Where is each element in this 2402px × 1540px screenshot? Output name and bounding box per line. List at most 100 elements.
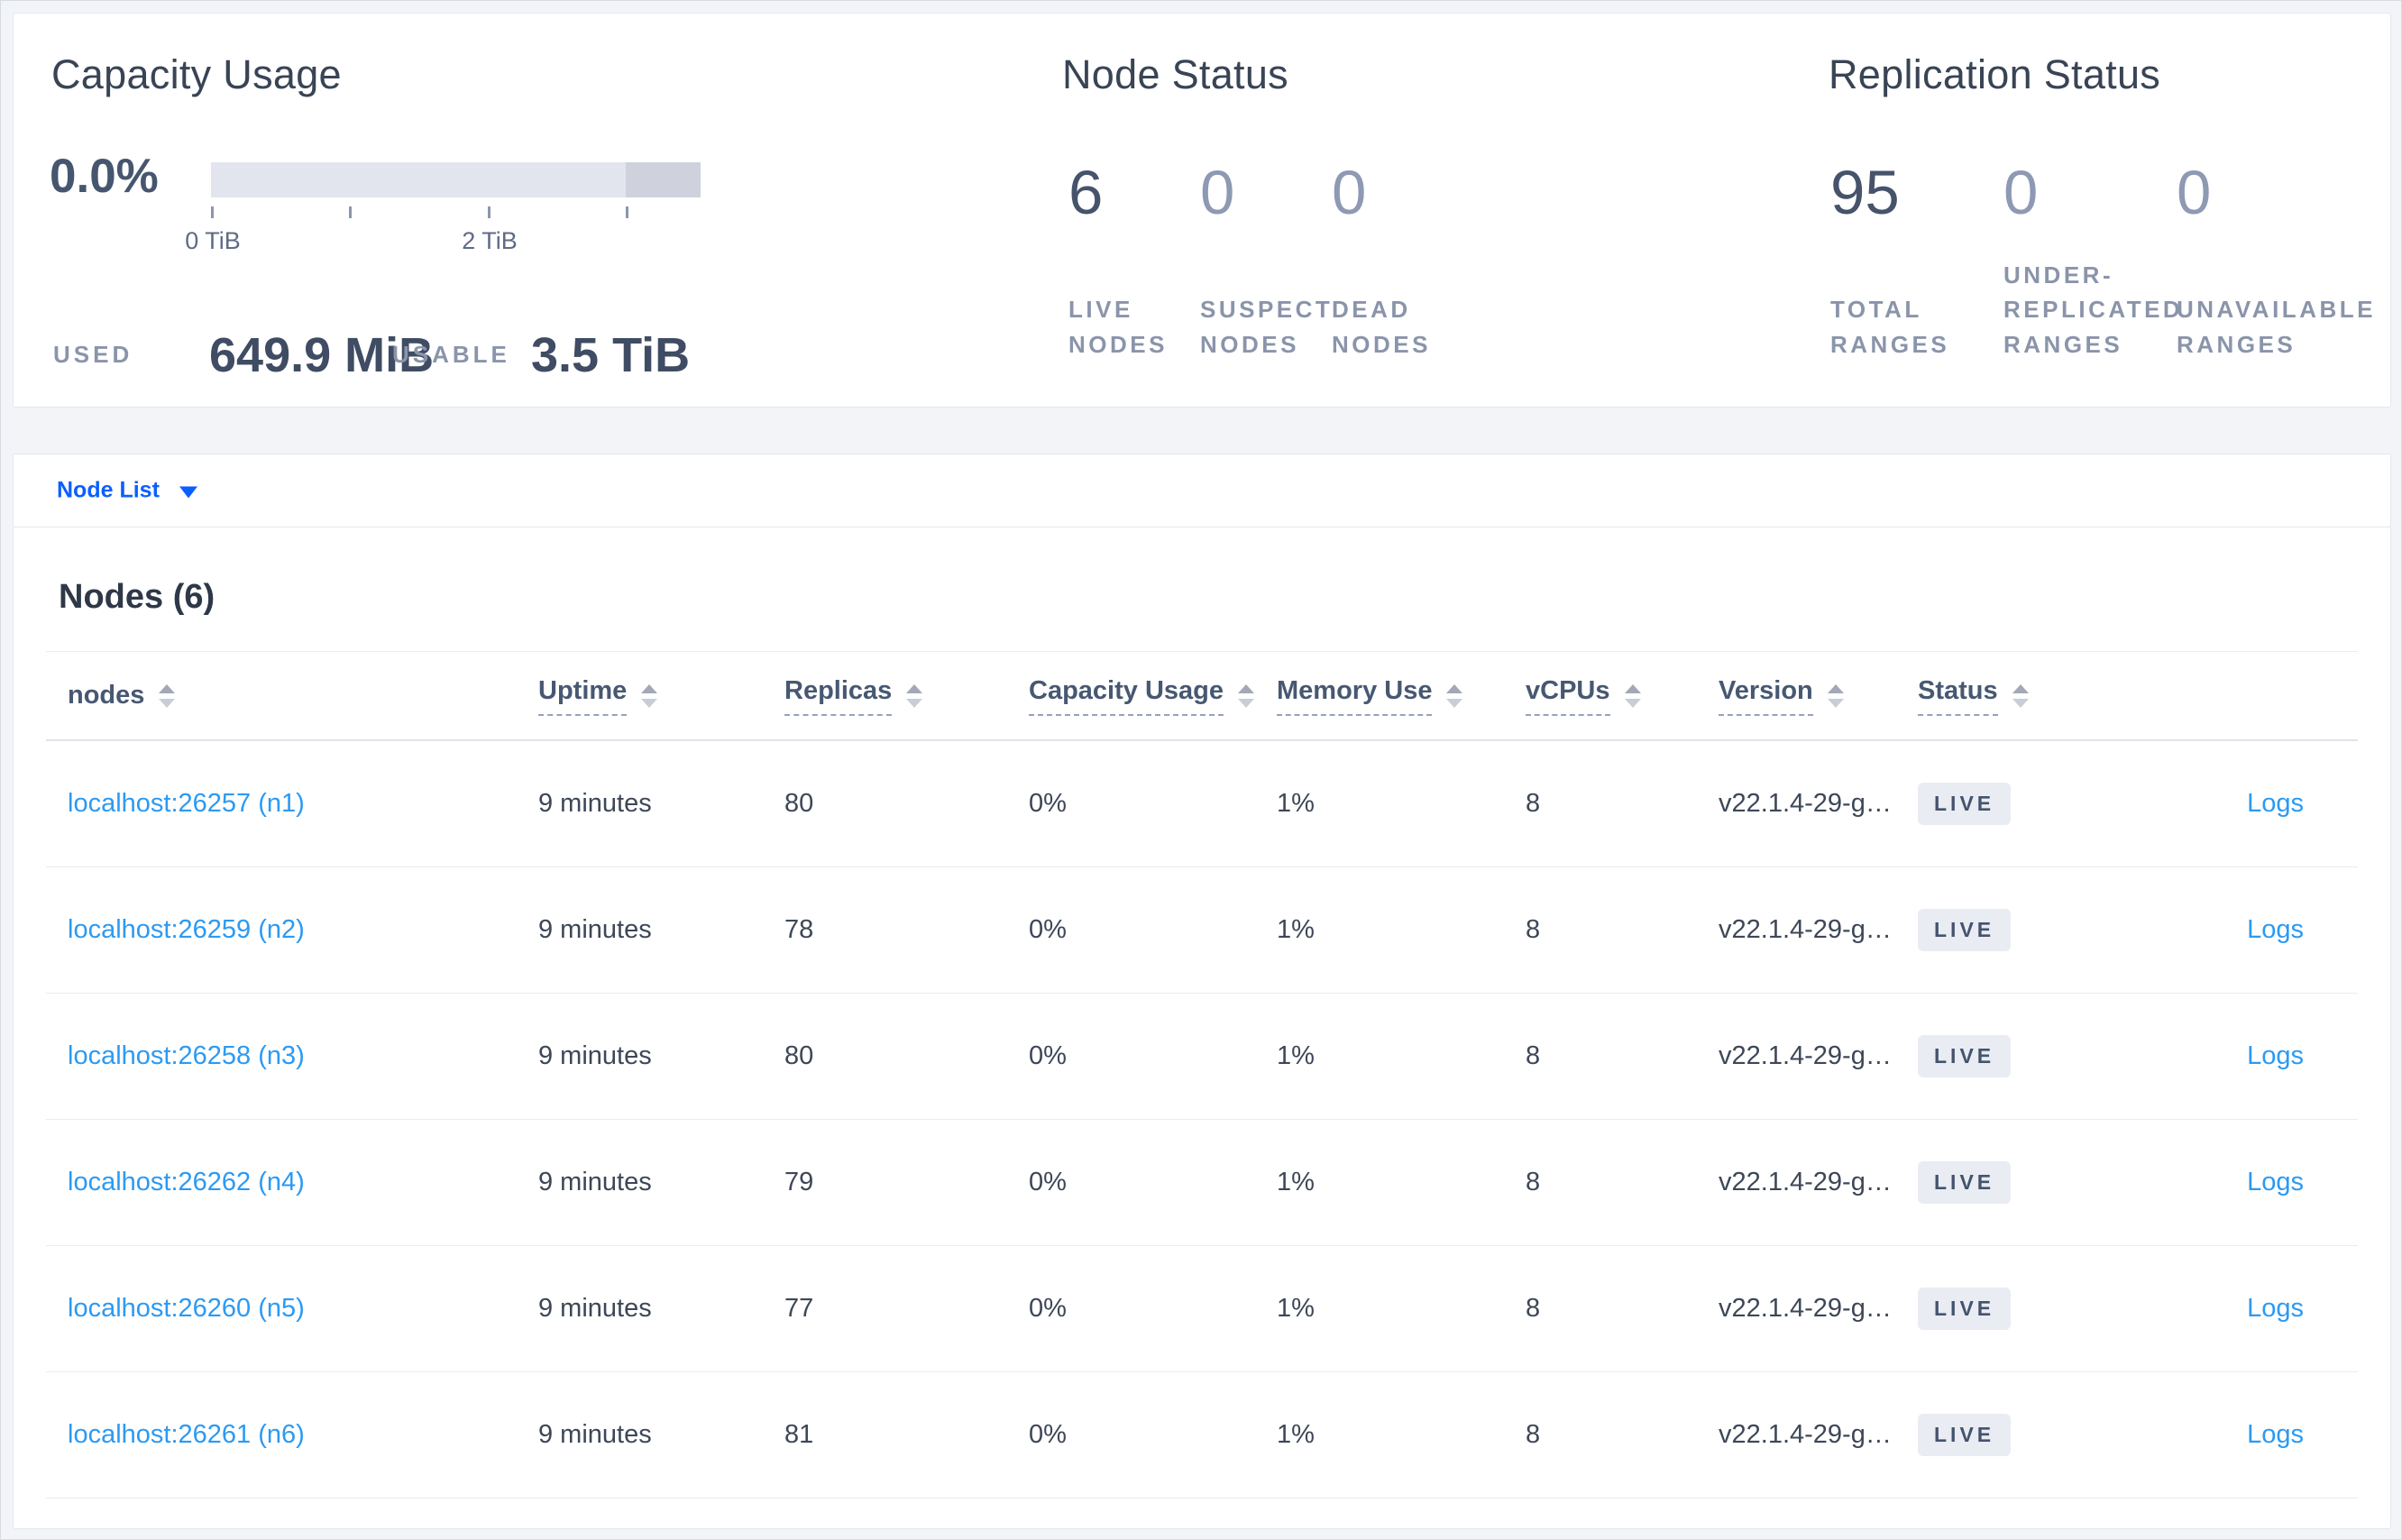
logs-link[interactable]: Logs — [2247, 1420, 2304, 1449]
sort-icon — [641, 683, 658, 708]
suspect-nodes-count: 0 — [1200, 158, 1235, 227]
column-header-capacity-usage[interactable]: Capacity Usage — [1029, 676, 1277, 716]
capacity-used-percent: 0.0% — [50, 150, 159, 203]
live-nodes-stat: 6 LIVE NODES — [1068, 161, 1178, 362]
column-header-nodes[interactable]: nodes — [46, 681, 538, 710]
logs-link[interactable]: Logs — [2247, 1168, 2304, 1196]
cluster-overview-page: Capacity Usage 0.0% 0 TiB 2 TiB USED 649… — [0, 0, 2402, 1540]
status-badge: LIVE — [1918, 1035, 2012, 1077]
table-row: localhost:26260 (n5) 9 minutes 77 0% 1% … — [46, 1246, 2358, 1372]
column-header-memory-use[interactable]: Memory Use — [1277, 676, 1526, 716]
under-replicated-ranges-stat: 0 UNDER-REPLICATED RANGES — [2003, 158, 2184, 362]
table-row: localhost:26259 (n2) 9 minutes 78 0% 1% … — [46, 867, 2358, 994]
replicas-cell: 78 — [784, 915, 814, 944]
capacity-bar-chart: 0 TiB 2 TiB — [185, 162, 701, 289]
capacity-cell: 0% — [1029, 789, 1067, 818]
node-link[interactable]: localhost:26260 (n5) — [68, 1294, 305, 1323]
vcpus-cell: 8 — [1526, 1420, 1541, 1449]
node-link[interactable]: localhost:26261 (n6) — [68, 1420, 305, 1449]
live-nodes-label: LIVE NODES — [1068, 296, 1168, 358]
column-header-replicas[interactable]: Replicas — [784, 676, 1029, 716]
column-header-status[interactable]: Status — [1918, 676, 2170, 716]
live-nodes-count: 6 — [1068, 158, 1104, 227]
nodes-table: nodes Uptime Replicas Capacity Usage Mem… — [46, 651, 2358, 1499]
uptime-cell: 9 minutes — [538, 1420, 652, 1449]
status-badge: LIVE — [1918, 1161, 2012, 1204]
memory-cell: 1% — [1277, 1168, 1315, 1196]
logs-link[interactable]: Logs — [2247, 1294, 2304, 1323]
capacity-cell: 0% — [1029, 1041, 1067, 1070]
status-badge: LIVE — [1918, 1288, 2012, 1330]
axis-tick — [349, 206, 352, 218]
sort-icon — [159, 683, 176, 708]
capacity-cell: 0% — [1029, 1420, 1067, 1449]
sort-icon — [1238, 683, 1254, 708]
version-cell: v22.1.4-29-g… — [1719, 789, 1892, 818]
capacity-cell: 0% — [1029, 915, 1067, 944]
node-list-dropdown-label: Node List — [57, 477, 160, 503]
usable-value: 3.5 TiB — [531, 328, 691, 382]
replication-status-stats: 95 TOTAL RANGES 0 UNDER-REPLICATED RANGE… — [1830, 158, 2372, 362]
uptime-cell: 9 minutes — [538, 915, 652, 944]
status-badge: LIVE — [1918, 1414, 2012, 1456]
replicas-cell: 79 — [784, 1168, 814, 1196]
capacity-cell: 0% — [1029, 1168, 1067, 1196]
logs-link[interactable]: Logs — [2247, 789, 2304, 818]
dead-nodes-label: DEAD NODES — [1332, 296, 1431, 358]
node-link[interactable]: localhost:26257 (n1) — [68, 789, 305, 818]
node-list-dropdown[interactable]: Node List — [57, 478, 197, 504]
suspect-nodes-label: SUSPECT NODES — [1200, 296, 1334, 358]
nodes-table-panel: Nodes (6) nodes Uptime Replicas Capacity… — [13, 527, 2391, 1529]
under-replicated-ranges-label: UNDER-REPLICATED RANGES — [2003, 261, 2184, 358]
memory-cell: 1% — [1277, 915, 1315, 944]
uptime-cell: 9 minutes — [538, 1294, 652, 1323]
sort-icon — [1827, 683, 1844, 708]
nodes-table-header: nodes Uptime Replicas Capacity Usage Mem… — [46, 651, 2358, 741]
column-header-version[interactable]: Version — [1719, 676, 1918, 716]
replicas-cell: 81 — [784, 1420, 814, 1449]
memory-cell: 1% — [1277, 1420, 1315, 1449]
column-header-uptime[interactable]: Uptime — [538, 676, 784, 716]
replicas-cell: 80 — [784, 789, 814, 818]
vcpus-cell: 8 — [1526, 915, 1541, 944]
logs-link[interactable]: Logs — [2247, 915, 2304, 944]
axis-tick — [488, 206, 490, 218]
table-row: localhost:26261 (n6) 9 minutes 81 0% 1% … — [46, 1372, 2358, 1499]
node-status-title: Node Status — [1062, 51, 1288, 97]
status-badge: LIVE — [1918, 783, 2012, 825]
uptime-cell: 9 minutes — [538, 1041, 652, 1070]
node-link[interactable]: localhost:26262 (n4) — [68, 1168, 305, 1196]
node-status-stats: 6 LIVE NODES 0 SUSPECT NODES 0 DEAD NODE… — [1068, 161, 1463, 362]
capacity-bar-track — [211, 162, 701, 197]
table-row: localhost:26257 (n1) 9 minutes 80 0% 1% … — [46, 741, 2358, 867]
under-replicated-ranges-count: 0 — [2003, 158, 2039, 227]
column-header-vcpus[interactable]: vCPUs — [1526, 676, 1719, 716]
used-label: USED — [53, 341, 133, 368]
memory-cell: 1% — [1277, 1294, 1315, 1323]
chevron-down-icon — [179, 486, 197, 499]
unavailable-ranges-stat: 0 UNAVAILABLE RANGES — [2177, 161, 2372, 362]
table-row: localhost:26262 (n4) 9 minutes 79 0% 1% … — [46, 1120, 2358, 1246]
axis-tick-label: 0 TiB — [185, 227, 241, 254]
version-cell: v22.1.4-29-g… — [1719, 1420, 1892, 1449]
sort-icon — [1624, 683, 1641, 708]
node-link[interactable]: localhost:26258 (n3) — [68, 1041, 305, 1070]
logs-link[interactable]: Logs — [2247, 1041, 2304, 1070]
uptime-cell: 9 minutes — [538, 789, 652, 818]
table-row: localhost:26258 (n3) 9 minutes 80 0% 1% … — [46, 994, 2358, 1120]
axis-tick — [211, 206, 214, 218]
sort-icon — [1446, 683, 1463, 708]
total-ranges-label: TOTAL RANGES — [1830, 296, 1950, 358]
status-badge: LIVE — [1918, 909, 2012, 951]
usable-label: USABLE — [392, 341, 510, 368]
axis-tick-label: 2 TiB — [462, 227, 518, 254]
vcpus-cell: 8 — [1526, 1294, 1541, 1323]
version-cell: v22.1.4-29-g… — [1719, 915, 1892, 944]
version-cell: v22.1.4-29-g… — [1719, 1294, 1892, 1323]
node-link[interactable]: localhost:26259 (n2) — [68, 915, 305, 944]
replicas-cell: 77 — [784, 1294, 814, 1323]
view-selector-bar: Node List — [13, 454, 2391, 527]
memory-cell: 1% — [1277, 1041, 1315, 1070]
capacity-bar-reserved-segment — [626, 162, 701, 197]
vcpus-cell: 8 — [1526, 789, 1541, 818]
